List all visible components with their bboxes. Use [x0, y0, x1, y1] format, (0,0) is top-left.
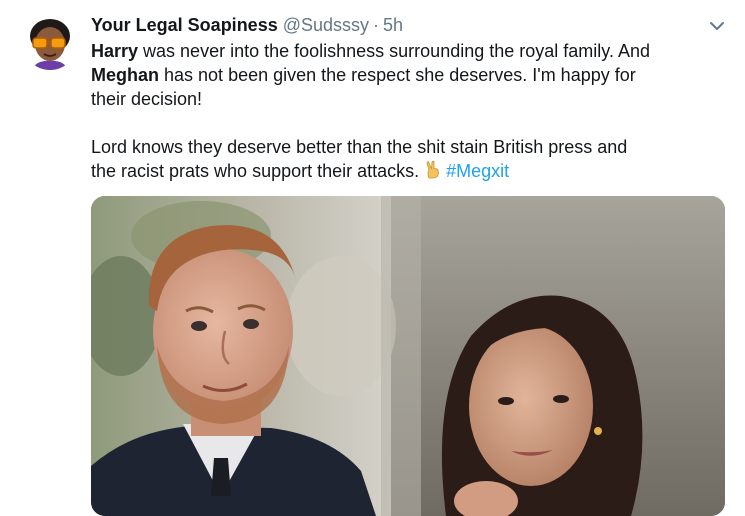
- tweet-media-gif[interactable]: [91, 196, 725, 516]
- tweet-header: Your Legal Soapiness @Sudsssy · 5h: [91, 13, 705, 37]
- tweet-card[interactable]: Your Legal Soapiness @Sudsssy · 5h Harry wa…: [0, 0, 745, 516]
- victory-hand-icon: [423, 160, 443, 180]
- avatar-cartoon-icon: [30, 19, 70, 70]
- author-handle[interactable]: @Sudsssy: [283, 15, 369, 35]
- meghan-bold: Meghan: [91, 65, 160, 85]
- harry-bold: Harry: [91, 41, 139, 61]
- author-name[interactable]: Your Legal Soapiness: [91, 15, 278, 35]
- avatar[interactable]: [22, 14, 78, 70]
- tweet-paragraph-1: Harry was never into the foolishness sur…: [91, 39, 731, 111]
- tweet-timestamp[interactable]: 5h: [383, 15, 403, 35]
- line1-text: was never into the foolishness surroundi…: [138, 41, 650, 61]
- line2-text: has not been given the respect she deser…: [159, 65, 636, 85]
- line3-text: their decision!: [91, 89, 203, 109]
- tweet-paragraph-2: Lord knows they deserve better than the …: [91, 135, 731, 183]
- para2-line2-text: the racist prats who support their attac…: [91, 161, 420, 181]
- header-separator: ·: [373, 15, 380, 35]
- hashtag-megxit[interactable]: #Megxit: [446, 161, 509, 181]
- para2-line1-text: Lord knows they deserve better than the …: [91, 137, 628, 157]
- chevron-down-icon[interactable]: [707, 16, 727, 36]
- media-image: [91, 196, 725, 516]
- tweet-text: Harry was never into the foolishness sur…: [91, 39, 731, 183]
